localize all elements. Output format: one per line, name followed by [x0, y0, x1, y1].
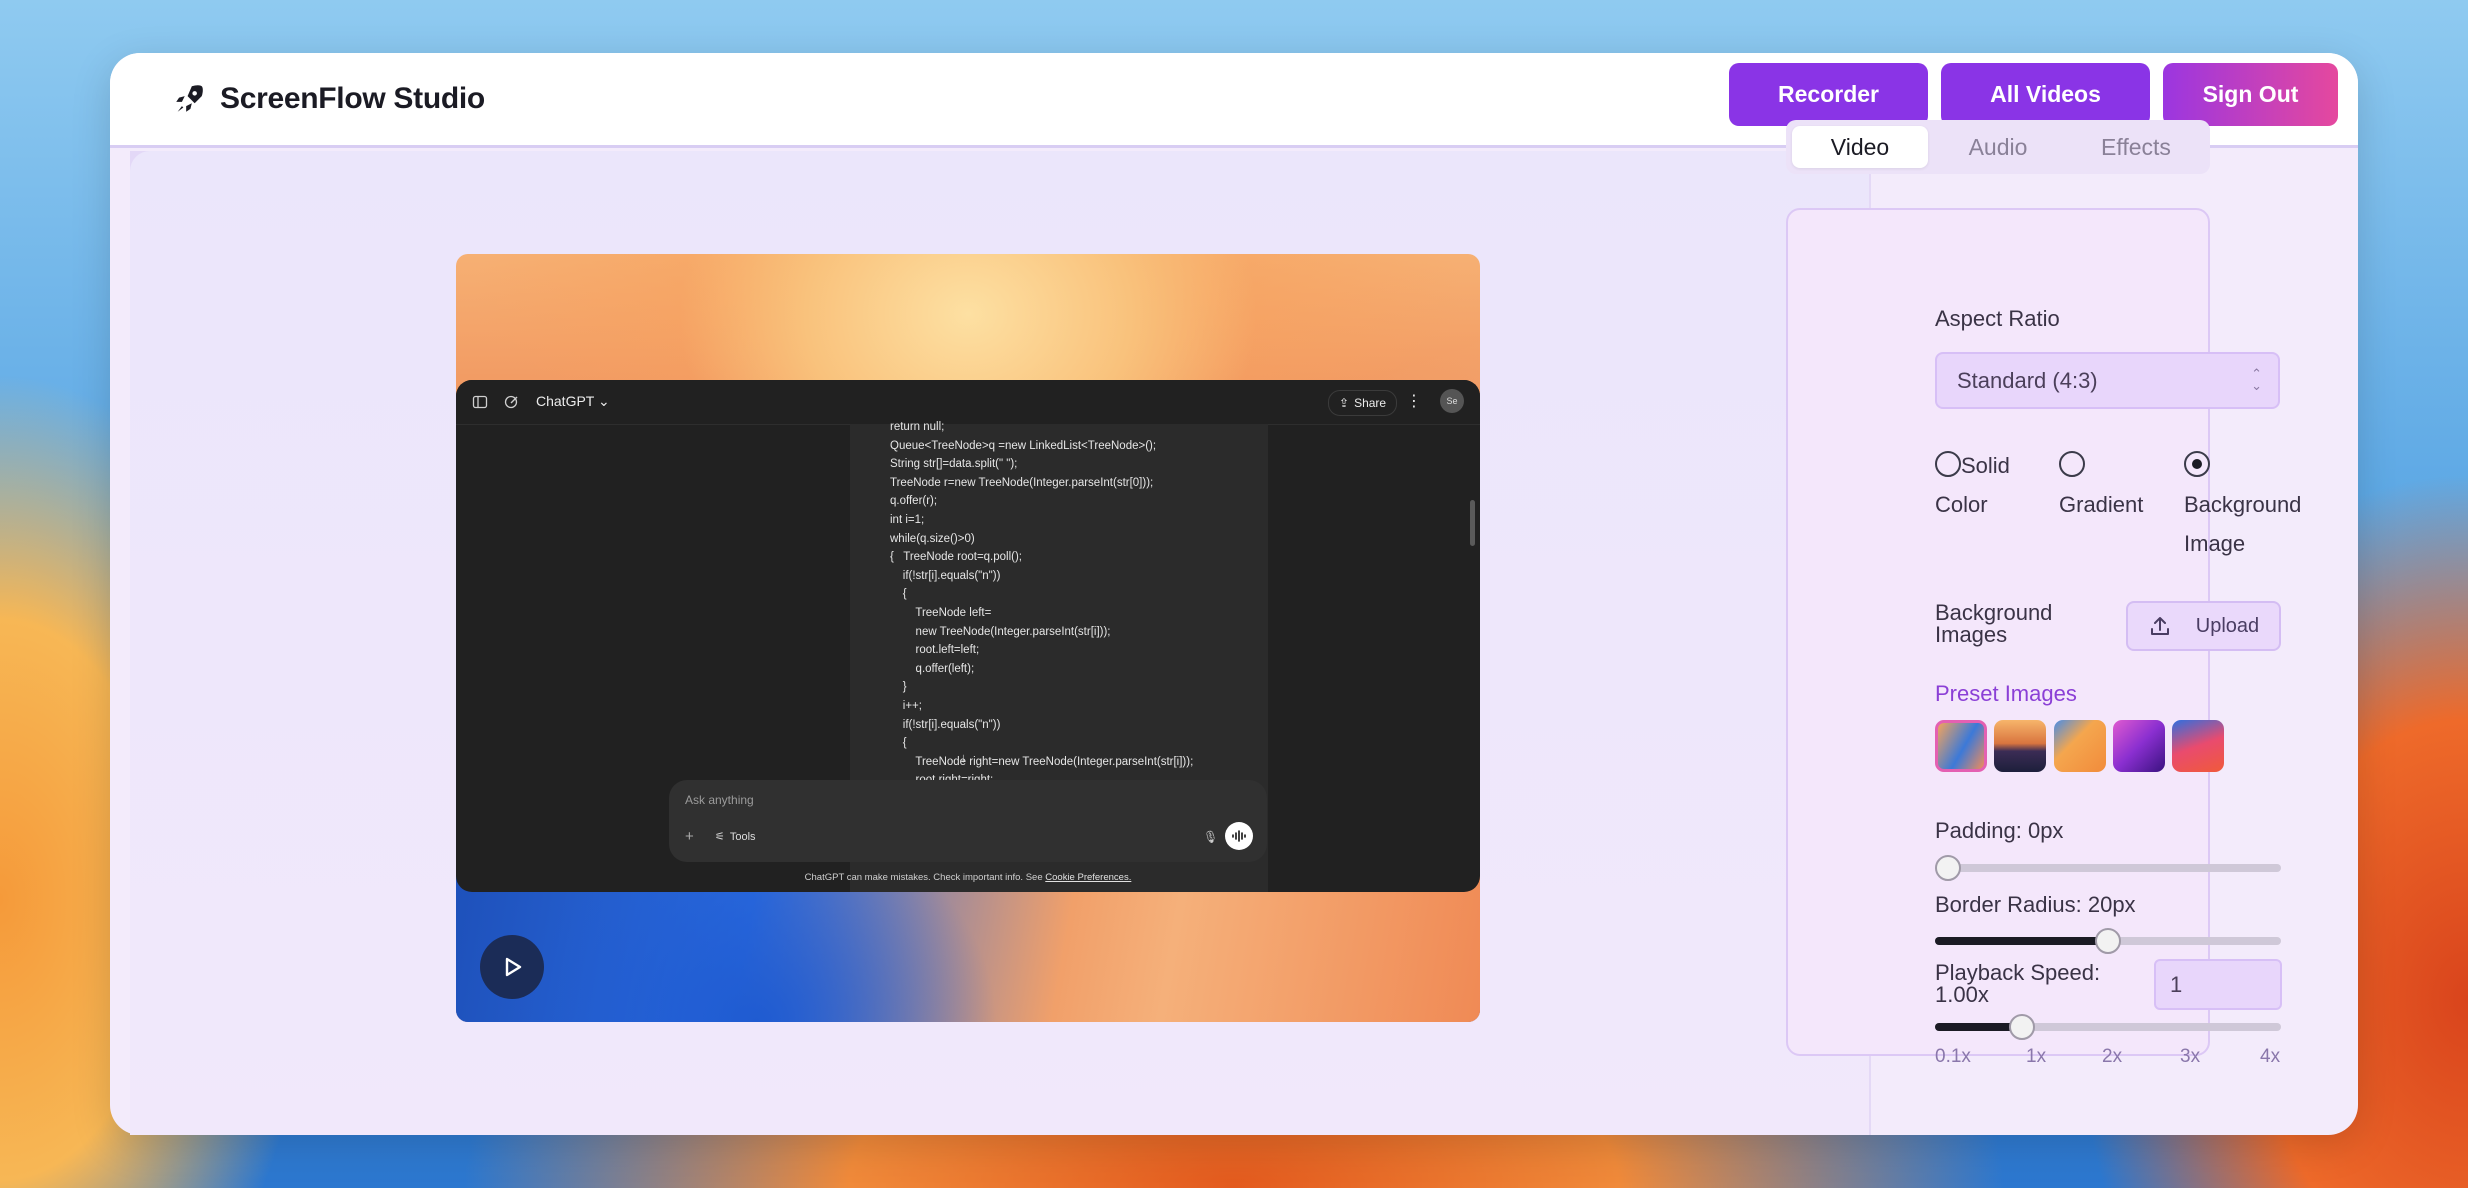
padding-label: Padding: 0px — [1935, 818, 2064, 843]
brand-name: ScreenFlow Studio — [220, 82, 485, 115]
upload-button[interactable]: Upload — [2126, 601, 2281, 651]
preset-image-1[interactable] — [1935, 720, 1987, 772]
background-images-label: Background Images — [1935, 600, 2053, 647]
recorded-screen: ChatGPT ⌄ ⇪ Share ⋮ Se return null; Queue… — [456, 380, 1480, 892]
microphone-icon: 🎙 — [1203, 830, 1219, 844]
tools-button: ⚟ Tools — [715, 830, 756, 844]
chatgpt-title: ChatGPT ⌄ — [536, 393, 610, 409]
video-preview[interactable]: ChatGPT ⌄ ⇪ Share ⋮ Se return null; Queue… — [456, 254, 1480, 1022]
radio-gradient[interactable] — [2059, 451, 2085, 477]
speed-tick-label: 0.1x — [1935, 1046, 1971, 1067]
code-text: return null; Queue<TreeNode>q =new Linke… — [890, 421, 1194, 786]
voice-mode-icon — [1225, 822, 1253, 850]
more-options-icon: ⋮ — [1406, 393, 1422, 410]
playback-speed-label: Playback Speed: 1.00x — [1935, 960, 2101, 1007]
radio-solid-color[interactable] — [1935, 451, 1961, 477]
rocket-icon — [176, 85, 203, 112]
sign-out-button[interactable]: Sign Out — [2163, 63, 2338, 126]
border-radius-label: Border Radius: 20px — [1935, 892, 2136, 917]
settings-tabs: Video Audio Effects — [1786, 120, 2210, 174]
padding-slider-knob[interactable] — [1935, 855, 1961, 881]
avatar: Se — [1440, 389, 1464, 413]
preset-images-label: Preset Images — [1935, 681, 2077, 706]
recorder-button[interactable]: Recorder — [1729, 63, 1928, 126]
all-videos-button[interactable]: All Videos — [1941, 63, 2150, 126]
tab-audio[interactable]: Audio — [1930, 126, 2066, 168]
speed-tick-label: 4x — [2260, 1046, 2281, 1067]
radio-label-color: Color — [1935, 492, 1988, 517]
radio-selected-dot — [2192, 459, 2202, 469]
new-chat-icon — [504, 395, 518, 409]
border-radius-slider-knob[interactable] — [2095, 928, 2121, 954]
plus-icon: + — [685, 828, 694, 845]
play-icon — [505, 957, 522, 977]
preset-image-3[interactable] — [2054, 720, 2106, 772]
preset-image-5[interactable] — [2172, 720, 2224, 772]
disclaimer: ChatGPT can make mistakes. Check importa… — [804, 872, 1132, 883]
aspect-ratio-label: Aspect Ratio — [1935, 306, 2060, 331]
border-radius-slider-fill — [1935, 937, 2108, 945]
playback-speed-slider-knob[interactable] — [2009, 1014, 2035, 1040]
preset-image-4[interactable] — [2113, 720, 2165, 772]
radio-background-image[interactable] — [2184, 451, 2210, 477]
upload-icon — [2150, 617, 2169, 635]
composer-placeholder: Ask anything — [685, 793, 754, 807]
tab-video[interactable]: Video — [1792, 126, 1928, 168]
playback-speed-input[interactable] — [2154, 959, 2282, 1010]
sidebar-toggle-icon — [472, 395, 488, 409]
preset-image-2[interactable] — [1994, 720, 2046, 772]
brand: ScreenFlow Studio — [172, 75, 485, 123]
chat-composer: Ask anything + ⚟ Tools 🎙 — [669, 780, 1267, 862]
aspect-ratio-select[interactable]: Standard (4:3) ⌃ ⌄ — [1935, 352, 2280, 409]
speed-tick-label: 2x — [2102, 1046, 2123, 1067]
aspect-ratio-value: Standard (4:3) — [1957, 367, 2098, 393]
radio-label-background: Background — [2184, 492, 2302, 517]
upload-label: Upload — [2195, 614, 2260, 637]
share-button: ⇪ Share — [1328, 390, 1398, 416]
radio-label-image: Image — [2184, 531, 2246, 556]
sliders-icon: ⚟ — [715, 831, 725, 843]
padding-slider-track[interactable] — [1935, 864, 2281, 872]
speed-tick-label: 1x — [2026, 1046, 2047, 1067]
radio-label-gradient: Gradient — [2059, 492, 2144, 517]
share-icon: ⇪ — [1339, 396, 1350, 410]
speed-tick-label: 3x — [2180, 1046, 2201, 1067]
play-button[interactable] — [480, 935, 544, 999]
tab-effects[interactable]: Effects — [2068, 126, 2204, 168]
scroll-down-icon: ↓ — [960, 750, 967, 765]
scrollbar-thumb — [1470, 500, 1475, 546]
radio-label-solid: Solid — [1961, 453, 2010, 478]
chevron-updown-icon: ⌃ ⌄ — [2251, 366, 2262, 393]
